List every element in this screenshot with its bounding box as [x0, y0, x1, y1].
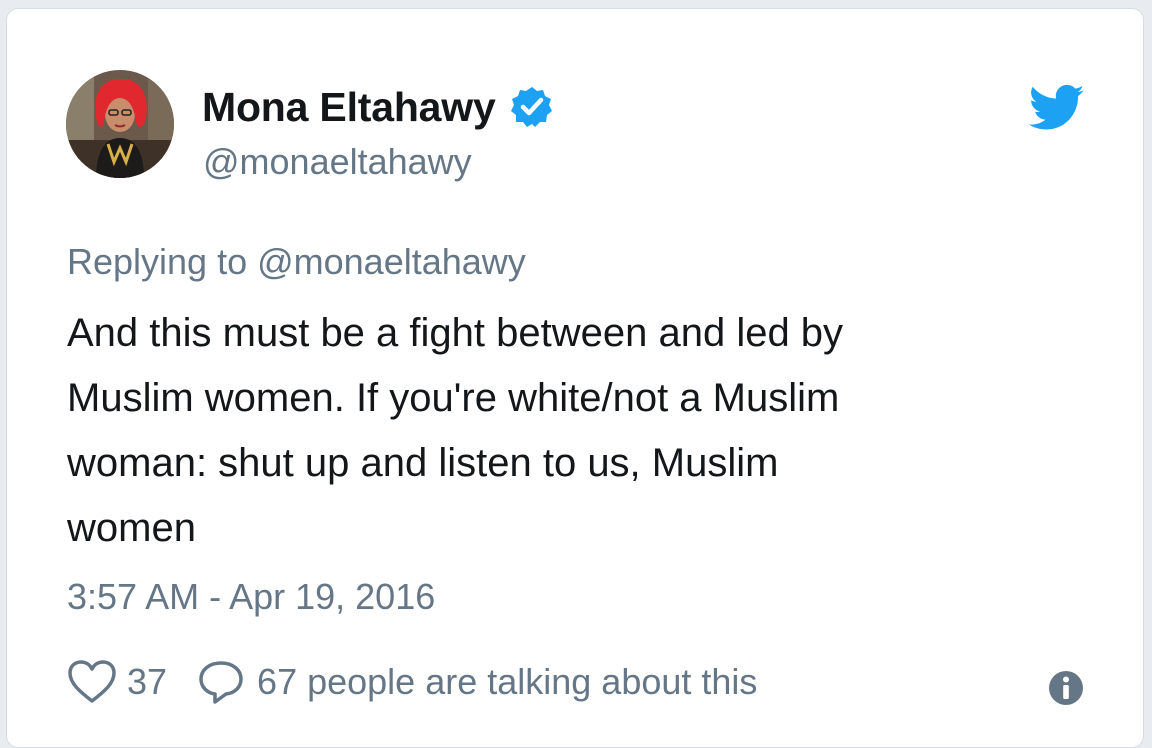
- reply-bubble-icon[interactable]: [197, 659, 245, 705]
- tweet-text-line: women: [67, 506, 196, 550]
- info-icon[interactable]: [1047, 669, 1085, 707]
- replying-to-text[interactable]: Replying to @monaeltahawy: [67, 238, 526, 286]
- tweet-text: And this must be a fight between and led…: [67, 301, 1047, 561]
- tweet-text-line: Muslim women. If you're white/not a Musl…: [67, 376, 840, 420]
- verified-badge-icon: [510, 85, 554, 129]
- tweet-text-line: And this must be a fight between and led…: [67, 311, 844, 355]
- tweet-timestamp[interactable]: 3:57 AM - Apr 19, 2016: [67, 573, 435, 621]
- heart-icon[interactable]: [67, 659, 117, 705]
- like-count[interactable]: 37: [127, 658, 167, 706]
- author-name-row: Mona Eltahawy: [202, 82, 554, 132]
- avatar[interactable]: [66, 70, 174, 178]
- twitter-bird-icon[interactable]: [1028, 84, 1085, 132]
- tweet-text-line: woman: shut up and listen to us, Muslim: [67, 441, 779, 485]
- tweet-card: Mona Eltahawy @monaeltahawy Replying to …: [6, 8, 1144, 748]
- talking-about-link[interactable]: 67 people are talking about this: [257, 658, 757, 706]
- author-display-name[interactable]: Mona Eltahawy: [202, 82, 496, 132]
- tweet-actions: 37 67 people are talking about this: [67, 657, 757, 707]
- author-handle[interactable]: @monaeltahawy: [203, 140, 472, 184]
